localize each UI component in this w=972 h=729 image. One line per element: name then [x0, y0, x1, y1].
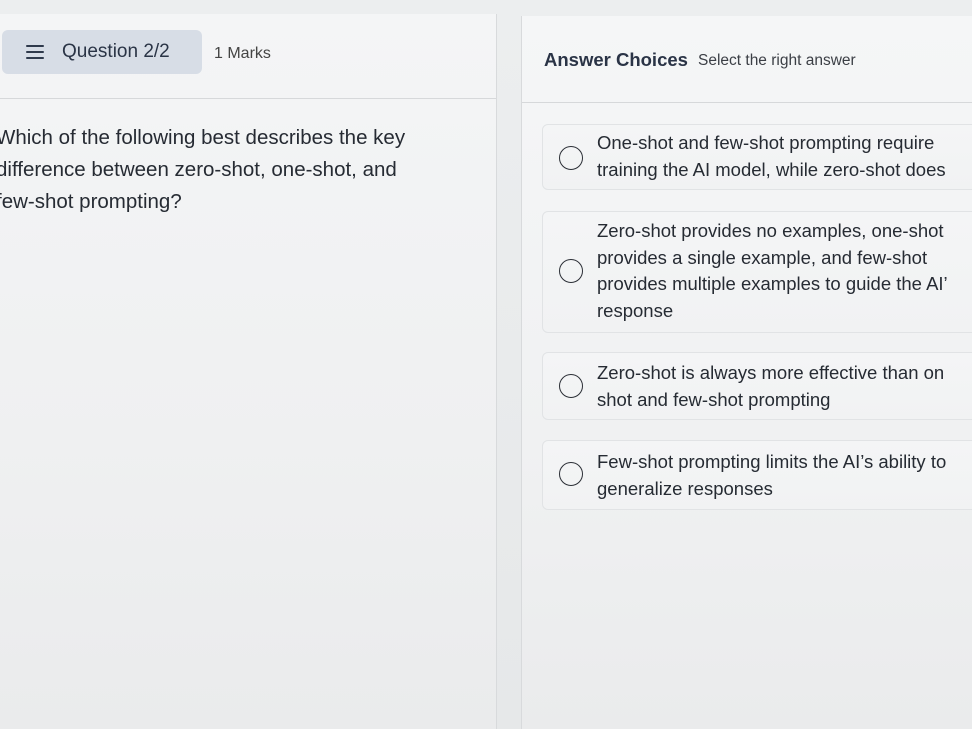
question-line: Which of the following best describes th…	[0, 126, 406, 149]
radio-icon[interactable]	[559, 146, 583, 170]
answer-line: Zero-shot provides no examples, one-shot	[597, 220, 944, 241]
answer-choice-1[interactable]: One-shot and few-shot prompting require …	[542, 124, 972, 190]
question-line: few-shot prompting?	[0, 190, 182, 213]
answer-line: Zero-shot is always more effective than …	[597, 362, 945, 383]
quiz-page: Question 2/2 1 Marks Which of the follow…	[0, 0, 972, 729]
radio-icon[interactable]	[559, 259, 583, 283]
answer-line: provides multiple examples to guide the …	[597, 273, 948, 294]
answer-choice-text: Zero-shot provides no examples, one-shot…	[597, 218, 972, 324]
answer-choice-3[interactable]: Zero-shot is always more effective than …	[542, 352, 972, 420]
answers-title: Answer Choices	[544, 49, 688, 70]
radio-icon[interactable]	[559, 462, 583, 486]
marks-label: 1 Marks	[214, 45, 271, 62]
question-navigator-button[interactable]: Question 2/2	[2, 30, 202, 74]
answer-choice-2[interactable]: Zero-shot provides no examples, one-shot…	[542, 211, 972, 333]
answer-choice-text: One-shot and few-shot prompting require …	[597, 130, 972, 183]
answer-line: Few-shot prompting limits the AI’s abili…	[597, 451, 947, 472]
answer-line: shot and few-shot prompting	[597, 388, 831, 410]
question-panel: Question 2/2 1 Marks Which of the follow…	[0, 14, 497, 729]
answer-choice-text: Zero-shot is always more effective than …	[597, 360, 972, 413]
answers-subtitle: Select the right answer	[698, 52, 856, 69]
answers-panel: Answer Choices Select the right answer O…	[521, 16, 972, 729]
menu-icon[interactable]	[26, 45, 46, 59]
question-text: Which of the following best describes th…	[0, 122, 466, 218]
answer-line: provides a single example, and few-shot	[597, 246, 928, 268]
radio-icon[interactable]	[559, 374, 583, 398]
answer-line: One-shot and few-shot prompting require	[597, 132, 935, 153]
question-number: Question 2/2	[62, 41, 170, 62]
answer-line: training the AI model, while zero-shot d…	[597, 158, 946, 180]
question-header: Question 2/2 1 Marks	[0, 14, 496, 99]
answer-line: generalize responses	[597, 477, 773, 499]
answers-header: Answer Choices Select the right answer	[522, 16, 972, 103]
answer-line: response	[597, 299, 674, 321]
answer-choice-text: Few-shot prompting limits the AI’s abili…	[597, 449, 972, 502]
answer-choice-4[interactable]: Few-shot prompting limits the AI’s abili…	[542, 440, 972, 510]
question-line: difference between zero-shot, one-shot, …	[0, 158, 397, 181]
